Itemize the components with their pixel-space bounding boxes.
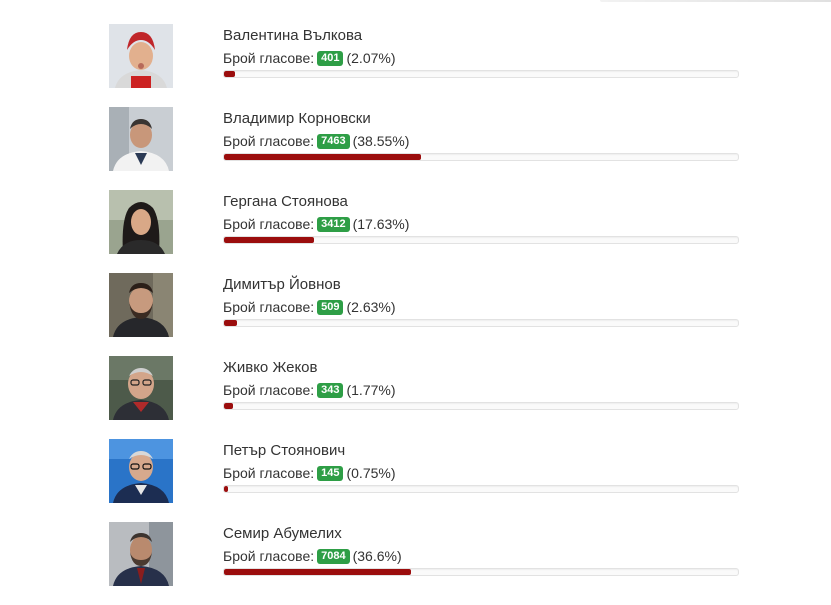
votes-progress-fill [224, 237, 314, 243]
votes-label: Брой гласове: [223, 382, 315, 398]
votes-progress-fill [224, 71, 235, 77]
candidate-name: Владимир Корновски [223, 110, 371, 127]
page-top-edge [600, 0, 831, 2]
candidate-name: Гергана Стоянова [223, 193, 348, 210]
poll-results-list: Валентина Вълкова Брой гласове: 401 (2.0… [108, 24, 748, 605]
candidate-photo [109, 190, 173, 254]
candidate-name: Димитър Йовнов [223, 276, 341, 293]
votes-line: Брой гласове: 509 (2.63%) [223, 299, 739, 316]
candidate-photo [109, 439, 173, 503]
votes-progress-bar [223, 70, 739, 78]
votes-label: Брой гласове: [223, 50, 315, 66]
portrait-icon [109, 522, 173, 586]
votes-progress-bar [223, 236, 739, 244]
candidate-name: Семир Абумелих [223, 525, 342, 542]
candidate-photo [109, 356, 173, 420]
votes-label: Брой гласове: [223, 548, 315, 564]
votes-count-badge: 401 [317, 51, 344, 66]
candidate-name: Живко Жеков [223, 359, 318, 376]
votes-percent: (2.63%) [346, 299, 396, 315]
portrait-icon [109, 273, 173, 337]
candidate-name: Петър Стоянович [223, 442, 346, 459]
votes-percent: (2.07%) [346, 50, 396, 66]
votes-percent: (1.77%) [346, 382, 396, 398]
votes-progress-bar [223, 319, 739, 327]
votes-count-badge: 343 [317, 383, 344, 398]
votes-progress-bar [223, 402, 739, 410]
votes-line: Брой гласове: 343 (1.77%) [223, 382, 739, 399]
votes-line: Брой гласове: 7463 (38.55%) [223, 133, 739, 150]
candidate-item: Живко Жеков Брой гласове: 343 (1.77%) [108, 356, 748, 439]
candidate-name: Валентина Вълкова [223, 27, 363, 44]
votes-count-badge: 509 [317, 300, 344, 315]
votes-line: Брой гласове: 7084 (36.6%) [223, 548, 739, 565]
votes-progress-bar [223, 485, 739, 493]
votes-progress-fill [224, 486, 228, 492]
votes-progress-bar [223, 568, 739, 576]
votes-count-badge: 145 [317, 466, 344, 481]
votes-percent: (0.75%) [346, 465, 396, 481]
candidate-item: Гергана Стоянова Брой гласове: 3412 (17.… [108, 190, 748, 273]
candidate-photo [109, 522, 173, 586]
votes-progress-bar [223, 153, 739, 161]
portrait-icon [109, 107, 173, 171]
votes-line: Брой гласове: 3412 (17.63%) [223, 216, 739, 233]
votes-percent: (17.63%) [352, 216, 410, 232]
candidate-item: Валентина Вълкова Брой гласове: 401 (2.0… [108, 24, 748, 107]
votes-line: Брой гласове: 145 (0.75%) [223, 465, 739, 482]
votes-label: Брой гласове: [223, 216, 315, 232]
candidate-item: Владимир Корновски Брой гласове: 7463 (3… [108, 107, 748, 190]
votes-percent: (36.6%) [352, 548, 402, 564]
votes-count-badge: 7084 [317, 549, 350, 564]
votes-progress-fill [224, 403, 233, 409]
votes-progress-fill [224, 154, 421, 160]
portrait-icon [109, 439, 173, 503]
candidate-photo [109, 273, 173, 337]
candidate-item: Петър Стоянович Брой гласове: 145 (0.75%… [108, 439, 748, 522]
votes-label: Брой гласове: [223, 299, 315, 315]
portrait-icon [109, 356, 173, 420]
portrait-icon [109, 24, 173, 88]
votes-label: Брой гласове: [223, 133, 315, 149]
candidate-photo [109, 24, 173, 88]
votes-progress-fill [224, 320, 237, 326]
votes-percent: (38.55%) [352, 133, 410, 149]
candidate-item: Семир Абумелих Брой гласове: 7084 (36.6%… [108, 522, 748, 605]
votes-count-badge: 7463 [317, 134, 350, 149]
votes-count-badge: 3412 [317, 217, 350, 232]
votes-label: Брой гласове: [223, 465, 315, 481]
candidate-item: Димитър Йовнов Брой гласове: 509 (2.63%) [108, 273, 748, 356]
votes-progress-fill [224, 569, 411, 575]
votes-line: Брой гласове: 401 (2.07%) [223, 50, 739, 67]
candidate-photo [109, 107, 173, 171]
portrait-icon [109, 190, 173, 254]
